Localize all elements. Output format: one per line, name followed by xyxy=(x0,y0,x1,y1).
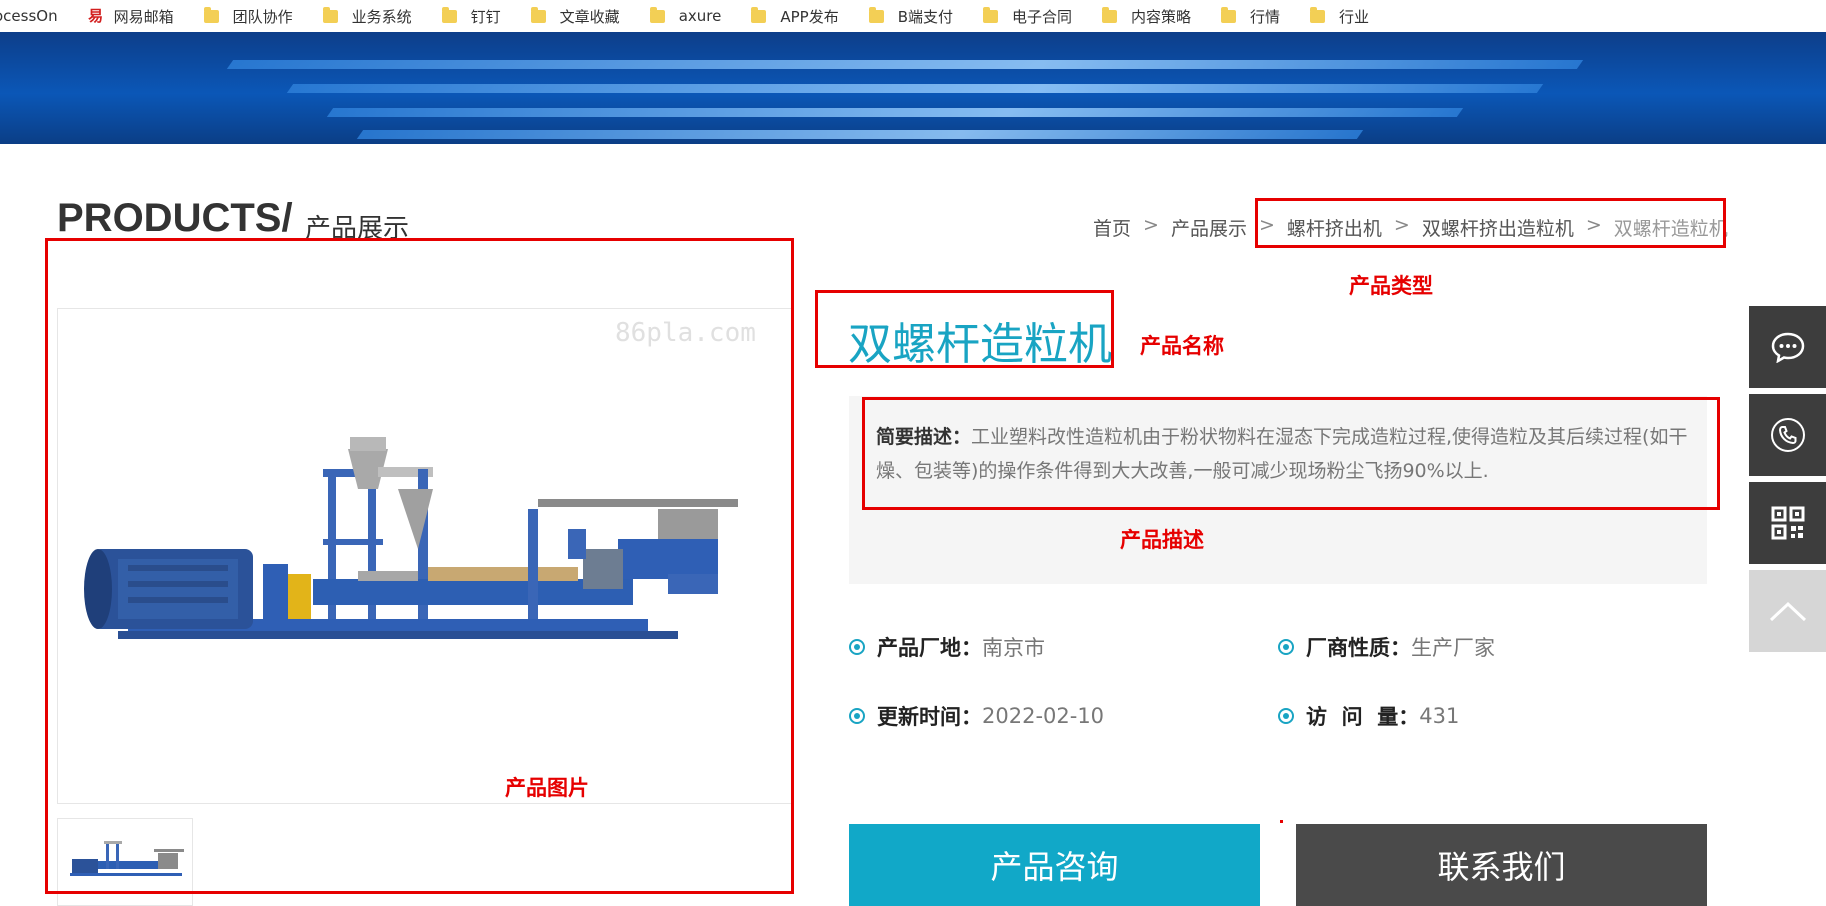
chat-icon xyxy=(1771,332,1804,363)
breadcrumb-home[interactable]: 首页 xyxy=(1093,214,1131,241)
attribute-key: 产品厂地： xyxy=(877,636,982,660)
bookmark-label: axure xyxy=(678,7,722,25)
folder-icon xyxy=(983,6,998,23)
annotation-box-description xyxy=(862,397,1720,510)
annotation-label-type: 产品类型 xyxy=(1349,273,1433,298)
bookmark-folder[interactable]: 行情 xyxy=(1221,6,1280,27)
qrcode-button[interactable] xyxy=(1749,482,1826,564)
bookmark-label: 团队协作 xyxy=(232,7,293,26)
product-consult-button[interactable]: 产品咨询 xyxy=(849,824,1260,906)
bookmark-label: 文章收藏 xyxy=(559,7,620,26)
bullet-circle-icon xyxy=(1278,708,1294,724)
hero-banner xyxy=(0,32,1826,144)
bookmark-folder[interactable]: 业务系统 xyxy=(322,6,412,27)
bookmark-label: B端支付 xyxy=(897,7,953,26)
folder-icon xyxy=(441,6,457,23)
bullet-circle-icon xyxy=(849,708,865,724)
attribute-key: 厂商性质： xyxy=(1306,636,1411,660)
bookmark-folder[interactable]: 行业 xyxy=(1310,6,1369,27)
bookmark-folder[interactable]: B端支付 xyxy=(868,6,953,27)
attribute-value: 南京市 xyxy=(982,636,1045,660)
attribute-origin: 产品厂地： 南京市 xyxy=(849,632,1045,662)
annotation-box-type xyxy=(1255,198,1726,248)
annotation-label-image: 产品图片 xyxy=(505,775,589,800)
phone-button[interactable] xyxy=(1749,394,1826,476)
folder-icon xyxy=(1221,6,1237,23)
bookmark-label: 网易邮箱 xyxy=(113,7,174,26)
bookmark-label: 电子合同 xyxy=(1012,7,1073,26)
annotation-label-name: 产品名称 xyxy=(1140,333,1224,358)
page-title: PRODUCTS/ xyxy=(57,196,293,240)
breadcrumb-separator: > xyxy=(1143,214,1159,236)
folder-icon xyxy=(1102,6,1118,23)
attribute-value: 生产厂家 xyxy=(1411,636,1495,660)
bookmark-folder[interactable]: 内容策略 xyxy=(1102,6,1191,27)
bookmark-folder[interactable]: axure xyxy=(649,6,722,25)
attribute-value: 431 xyxy=(1419,704,1460,728)
bookmark-processon[interactable]: ocessOn xyxy=(0,7,58,25)
folder-icon xyxy=(751,6,767,23)
folder-icon xyxy=(649,6,665,23)
back-to-top-button[interactable] xyxy=(1749,570,1826,652)
qrcode-icon xyxy=(1771,506,1804,540)
bookmark-label: 钉钉 xyxy=(470,7,501,26)
chevron-up-icon xyxy=(1769,601,1806,622)
annotation-box-image xyxy=(45,238,794,894)
annotation-label-description: 产品描述 xyxy=(1120,527,1204,552)
attribute-key: 更新时间： xyxy=(877,705,982,729)
breadcrumb-products[interactable]: 产品展示 xyxy=(1171,214,1247,241)
bookmark-label: 业务系统 xyxy=(351,7,412,26)
bullet-circle-icon xyxy=(849,639,865,655)
bookmark-folder[interactable]: 电子合同 xyxy=(983,6,1072,27)
bookmark-label: 行业 xyxy=(1339,7,1370,26)
bookmark-folder[interactable]: 团队协作 xyxy=(203,6,293,27)
attribute-update-time: 更新时间： 2022-02-10 xyxy=(849,701,1104,731)
folder-icon xyxy=(203,6,219,23)
bookmark-folder[interactable]: APP发布 xyxy=(751,6,839,27)
folder-icon xyxy=(322,6,338,23)
folder-icon xyxy=(1310,6,1326,23)
bookmark-label: 行情 xyxy=(1250,7,1281,26)
annotation-dot xyxy=(1280,820,1283,823)
online-chat-button[interactable] xyxy=(1749,306,1826,388)
bullet-circle-icon xyxy=(1278,639,1294,655)
bookmarks-bar: ocessOn 易网易邮箱 团队协作 业务系统 钉钉 文章收藏 axure AP… xyxy=(0,0,1826,32)
bookmark-163-mail[interactable]: 易网易邮箱 xyxy=(88,6,174,27)
mail-163-icon: 易 xyxy=(88,7,104,25)
attribute-key: 访 问 量： xyxy=(1306,705,1420,729)
folder-icon xyxy=(530,6,546,23)
folder-icon xyxy=(868,6,884,23)
attribute-visits: 访 问 量： 431 xyxy=(1278,701,1459,731)
bookmark-label: ocessOn xyxy=(0,7,58,25)
bookmark-label: APP发布 xyxy=(780,7,839,26)
attribute-vendor-type: 厂商性质： 生产厂家 xyxy=(1278,632,1495,662)
bookmark-folder[interactable]: 文章收藏 xyxy=(530,6,620,27)
bookmark-folder[interactable]: 钉钉 xyxy=(441,6,501,27)
attribute-value: 2022-02-10 xyxy=(982,704,1105,728)
annotation-box-name xyxy=(815,290,1114,368)
phone-icon xyxy=(1770,418,1805,452)
bookmark-label: 内容策略 xyxy=(1131,7,1192,26)
contact-us-button[interactable]: 联系我们 xyxy=(1296,824,1707,906)
